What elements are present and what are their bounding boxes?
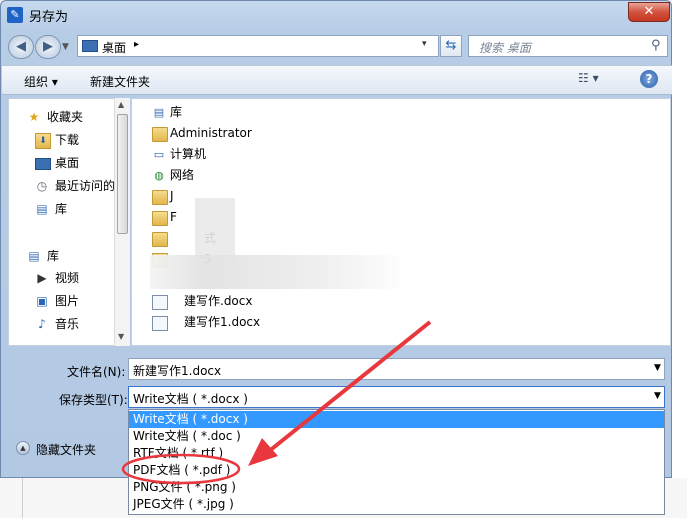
sidebar-item-favorites[interactable]: ★ 收藏夹	[9, 106, 117, 128]
sidebar-item-label: 桌面	[55, 156, 80, 170]
address-dropdown-icon[interactable]: ▾	[422, 39, 427, 49]
sidebar-item-label: 音乐	[55, 317, 80, 331]
new-folder-button[interactable]: 新建文件夹	[90, 73, 150, 90]
close-button[interactable]: ✕	[628, 2, 670, 22]
forward-button[interactable]: ▶	[35, 35, 61, 59]
organize-button[interactable]: 组织 ▾	[24, 73, 58, 90]
filetype-option-doc[interactable]: Write文档 ( *.doc )	[129, 428, 664, 445]
address-bar[interactable]: 桌面 ▸ ▾	[77, 35, 439, 57]
document-icon	[152, 316, 168, 331]
filetype-label: 保存类型(T):	[59, 393, 128, 407]
sidebar-item-label: 库	[47, 249, 60, 263]
sidebar-item-libraries-fav[interactable]: ▤ 库	[9, 198, 117, 220]
music-icon: ♪	[38, 317, 46, 331]
desktop-icon	[82, 40, 98, 52]
filetype-value[interactable]: Write文档 ( *.docx )	[133, 390, 248, 407]
sidebar-item-desktop[interactable]: 桌面	[9, 152, 117, 174]
scrollbar-thumb[interactable]	[117, 114, 128, 234]
file-name: Administrator	[170, 126, 252, 140]
filename-value[interactable]: 新建写作1.docx	[133, 362, 221, 379]
folder-icon	[152, 211, 168, 226]
sidebar-item-label: 库	[55, 202, 68, 216]
filename-field[interactable]: 新建写作1.docx ▼	[128, 358, 665, 380]
dialog-title: 另存为	[29, 10, 69, 25]
search-input[interactable]: 搜索 桌面 ⚲	[468, 35, 668, 57]
libraries-icon: ▤	[153, 106, 165, 119]
address-location[interactable]: 桌面	[102, 39, 126, 56]
sidebar-item-label: 最近访问的	[55, 179, 116, 193]
folder-icon	[152, 190, 168, 205]
navigation-scrollbar[interactable]: ▲ ▼	[114, 98, 130, 346]
privacy-blur	[150, 255, 410, 289]
scroll-up-icon[interactable]: ▲	[118, 100, 124, 109]
navigation-pane: ★ 收藏夹 ⬇ 下载 桌面 ◷ 最近访问的 ▤ 库 ▤ 库 ▶ 视频 ▣ 图片 …	[8, 98, 130, 346]
downloads-folder-icon: ⬇	[35, 133, 51, 149]
sidebar-item-pictures[interactable]: ▣ 图片	[9, 290, 117, 312]
libraries-icon: ▤	[36, 202, 48, 216]
search-placeholder: 搜索 桌面	[479, 41, 531, 55]
help-button[interactable]: ?	[640, 70, 658, 88]
folder-icon	[152, 232, 168, 247]
collapse-arrow-icon[interactable]: ▲	[16, 441, 30, 455]
pictures-icon: ▣	[36, 294, 48, 308]
breadcrumb-chevron-icon[interactable]: ▸	[134, 39, 139, 50]
filename-label: 文件名(N):	[67, 365, 126, 379]
document-icon	[152, 295, 168, 310]
file-name: 库	[170, 105, 183, 119]
sidebar-item-videos[interactable]: ▶ 视频	[9, 267, 117, 289]
file-name: 计算机	[170, 147, 207, 161]
file-name: 建写作.docx	[184, 294, 253, 308]
toolbar: 组织 ▾ 新建文件夹 ☷ ▾ ?	[2, 65, 672, 95]
sidebar-item-label: 图片	[55, 294, 80, 308]
scroll-down-icon[interactable]: ▼	[118, 332, 124, 341]
filetype-option-rtf[interactable]: RTF文档 ( *.rtf )	[129, 445, 664, 462]
background-right	[672, 0, 687, 518]
sidebar-item-downloads[interactable]: ⬇ 下载	[9, 129, 117, 151]
star-icon: ★	[28, 110, 40, 124]
video-icon: ▶	[37, 271, 47, 285]
filetype-option-pdf[interactable]: PDF文档 ( *.pdf )	[129, 462, 664, 479]
filetype-select[interactable]: Write文档 ( *.docx ) ▼	[128, 386, 665, 408]
recent-locations-dropdown[interactable]: ▼	[62, 39, 74, 55]
sidebar-item-music[interactable]: ♪ 音乐	[9, 313, 117, 335]
network-icon: ◍	[154, 169, 164, 182]
file-name: 网络	[170, 168, 195, 182]
back-button[interactable]: ◀	[8, 35, 34, 59]
title-bar: ✎ 另存为 ✕	[1, 1, 673, 29]
refresh-button[interactable]: ⇆	[440, 35, 462, 57]
file-name: J	[170, 189, 174, 203]
desktop-icon	[35, 158, 51, 170]
hide-folders-button[interactable]: 隐藏文件夹	[36, 441, 96, 458]
filetype-dropdown-list: Write文档 ( *.docx ) Write文档 ( *.doc ) RTF…	[128, 409, 665, 515]
recent-places-icon: ◷	[36, 179, 48, 193]
computer-icon: ▭	[153, 148, 165, 161]
file-name: F	[170, 210, 177, 224]
filetype-option-jpg[interactable]: JPEG文件 ( *.jpg )	[129, 496, 664, 513]
file-name: 建写作1.docx	[184, 315, 261, 329]
search-icon[interactable]: ⚲	[651, 38, 661, 53]
view-options-button[interactable]: ☷ ▾	[578, 71, 608, 89]
filetype-option-docx[interactable]: Write文档 ( *.docx )	[129, 411, 664, 428]
sidebar-item-label: 收藏夹	[47, 110, 84, 124]
sidebar-item-label: 视频	[55, 271, 80, 285]
app-icon: ✎	[7, 7, 23, 23]
privacy-blur	[195, 198, 235, 258]
libraries-icon: ▤	[28, 249, 40, 263]
filetype-option-png[interactable]: PNG文件 ( *.png )	[129, 479, 664, 496]
chevron-down-icon[interactable]: ▼	[654, 391, 661, 401]
sidebar-item-libraries[interactable]: ▤ 库	[9, 245, 117, 267]
chevron-down-icon[interactable]: ▼	[654, 363, 661, 373]
background-divider	[22, 478, 23, 518]
sidebar-item-recent-places[interactable]: ◷ 最近访问的	[9, 175, 117, 197]
sidebar-item-label: 下载	[55, 133, 80, 147]
user-folder-icon	[152, 127, 168, 142]
